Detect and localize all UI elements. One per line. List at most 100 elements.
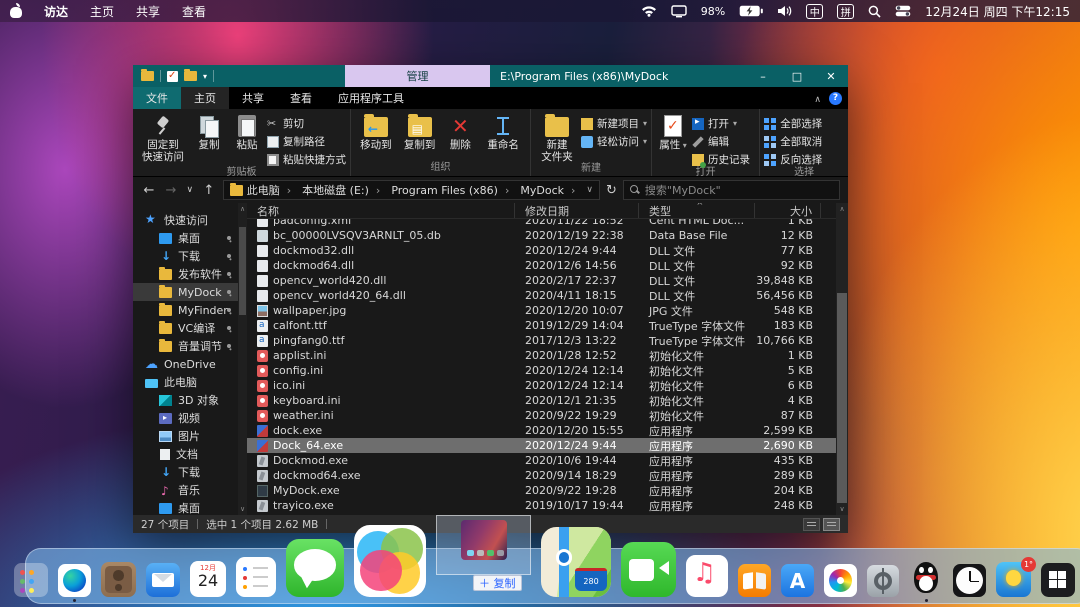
copy-button[interactable]: 复制 bbox=[191, 113, 227, 151]
column-type[interactable]: 类型 bbox=[639, 203, 755, 218]
forward-button[interactable]: → bbox=[163, 183, 179, 198]
copy-to-button[interactable]: ▤ 复制到 bbox=[399, 113, 441, 151]
battery-charging-icon[interactable] bbox=[739, 5, 764, 17]
sidebar-item[interactable]: 此电脑 bbox=[133, 373, 238, 391]
apple-icon[interactable] bbox=[10, 3, 22, 18]
file-row[interactable]: dockmod64.exe 2020/9/14 18:29 应用程序 289 K… bbox=[247, 468, 836, 483]
properties-button[interactable]: 属性 bbox=[656, 113, 690, 151]
file-row[interactable]: opencv_world420_64.dll 2020/4/11 18:15 D… bbox=[247, 288, 836, 303]
menu-share[interactable]: 共享 bbox=[136, 3, 160, 20]
breadcrumb-item[interactable]: MyDock bbox=[520, 184, 582, 197]
menubar-datetime[interactable]: 12月24日 周四 下午12:15 bbox=[925, 3, 1070, 20]
chevron-down-icon[interactable]: ▾ bbox=[203, 72, 207, 81]
sidebar-item[interactable]: 快速访问 bbox=[133, 211, 238, 229]
scroll-down-icon[interactable] bbox=[238, 503, 247, 515]
help-icon[interactable] bbox=[829, 91, 842, 105]
folder-icon[interactable] bbox=[141, 69, 154, 81]
sidebar-item[interactable]: 桌面 bbox=[133, 229, 238, 247]
dock-icon-edge[interactable] bbox=[58, 564, 91, 602]
dock-icon-music[interactable] bbox=[686, 555, 728, 597]
display-icon[interactable] bbox=[671, 4, 687, 18]
collapse-ribbon-icon[interactable] bbox=[814, 92, 821, 105]
control-center-icon[interactable] bbox=[895, 5, 911, 17]
sidebar-item[interactable]: MyDock bbox=[133, 283, 238, 301]
dock-icon-settings[interactable] bbox=[867, 565, 899, 597]
file-row[interactable]: pingfang0.ttf 2017/12/3 13:22 TrueType 字… bbox=[247, 333, 836, 348]
history-button[interactable]: 历史记录 bbox=[692, 152, 750, 168]
scroll-up-icon[interactable] bbox=[836, 203, 848, 215]
dock-icon-clock[interactable] bbox=[953, 564, 986, 597]
new-folder-button[interactable]: 新建 文件夹 bbox=[535, 113, 579, 163]
cut-button[interactable]: 剪切 bbox=[267, 116, 346, 131]
dock-icon-launchpad[interactable] bbox=[14, 563, 48, 597]
titlebar[interactable]: ▾ 管理 E:\Program Files (x86)\MyDock bbox=[133, 65, 848, 87]
sidebar-item[interactable]: 音量调节 bbox=[133, 337, 238, 355]
recent-locations-icon[interactable]: ∨ bbox=[185, 185, 195, 195]
file-row[interactable]: config.ini 2020/12/24 12:14 初始化文件 5 KB bbox=[247, 363, 836, 378]
file-row[interactable]: applist.ini 2020/1/28 12:52 初始化文件 1 KB bbox=[247, 348, 836, 363]
back-button[interactable]: ← bbox=[141, 183, 157, 198]
up-button[interactable]: ↑ bbox=[201, 183, 217, 198]
tab-file[interactable]: 文件 bbox=[133, 87, 181, 109]
scroll-up-icon[interactable] bbox=[238, 203, 247, 215]
paste-shortcut-button[interactable]: 粘贴快捷方式 bbox=[267, 152, 346, 167]
sidebar-item[interactable]: VC编译 bbox=[133, 319, 238, 337]
rename-button[interactable]: 重命名 bbox=[480, 113, 526, 151]
dock-icon-books[interactable] bbox=[738, 564, 771, 597]
file-list-scrollbar[interactable] bbox=[836, 203, 848, 515]
search-input[interactable] bbox=[644, 183, 834, 197]
file-row[interactable]: Dock_64.exe 2020/12/24 9:44 应用程序 2,690 K… bbox=[247, 438, 836, 453]
open-button[interactable]: 打开 bbox=[692, 116, 750, 131]
delete-button[interactable]: 删除 bbox=[443, 113, 479, 151]
file-row[interactable]: wallpaper.jpg 2020/12/20 10:07 JPG 文件 54… bbox=[247, 303, 836, 318]
dock-icon-maps[interactable]: 280 bbox=[541, 527, 611, 597]
drag-ghost[interactable]: ＋ 复制 bbox=[436, 515, 531, 591]
file-row[interactable]: keyboard.ini 2020/12/1 21:35 初始化文件 4 KB bbox=[247, 393, 836, 408]
tab-share[interactable]: 共享 bbox=[229, 87, 277, 109]
dock-icon-calendar[interactable]: 12月 24 bbox=[190, 561, 226, 597]
sidebar-item[interactable]: 文档 bbox=[133, 445, 238, 463]
dock-icon-app-store[interactable] bbox=[781, 564, 814, 597]
sidebar-item[interactable]: MyFinder bbox=[133, 301, 238, 319]
scrollbar-thumb[interactable] bbox=[837, 292, 847, 504]
file-row[interactable]: ico.ini 2020/12/24 12:14 初始化文件 6 KB bbox=[247, 378, 836, 393]
wifi-icon[interactable] bbox=[641, 5, 657, 17]
dock-icon-qq[interactable] bbox=[909, 561, 943, 602]
dock-icon-messages[interactable] bbox=[286, 539, 344, 597]
easy-access-button[interactable]: 轻松访问 bbox=[581, 134, 647, 149]
sidebar-item[interactable]: 下载 bbox=[133, 247, 238, 265]
move-to-button[interactable]: ← 移动到 bbox=[355, 113, 397, 151]
dock-icon-weather[interactable]: 1° bbox=[996, 557, 1036, 597]
input-cn-badge[interactable]: 中 bbox=[806, 3, 824, 19]
file-row[interactable]: dockmod64.dll 2020/12/6 14:56 DLL 文件 92 … bbox=[247, 258, 836, 273]
file-row[interactable]: Dockmod.exe 2020/10/6 19:44 应用程序 435 KB bbox=[247, 453, 836, 468]
column-date-modified[interactable]: 修改日期 bbox=[515, 203, 639, 218]
column-size[interactable]: 大小 bbox=[755, 203, 821, 218]
pin-to-quick-access-button[interactable]: 固定到 快速访问 bbox=[137, 113, 189, 163]
minimize-button[interactable] bbox=[746, 65, 780, 87]
dock-icon-windows-start[interactable] bbox=[1041, 563, 1075, 597]
close-button[interactable] bbox=[814, 65, 848, 87]
select-none-button[interactable]: 全部取消 bbox=[764, 134, 822, 149]
menu-home[interactable]: 主页 bbox=[90, 3, 114, 20]
column-name[interactable]: 名称 bbox=[247, 203, 515, 218]
sidebar-item[interactable]: 下载 bbox=[133, 463, 238, 481]
file-row[interactable]: dockmod32.dll 2020/12/24 9:44 DLL 文件 77 … bbox=[247, 243, 836, 258]
dock-icon-contacts[interactable] bbox=[101, 562, 136, 597]
breadcrumb[interactable]: 此电脑本地磁盘 (E:) Program Files (x86) MyDock ∨ bbox=[222, 180, 600, 200]
scrollbar-thumb[interactable] bbox=[239, 227, 246, 315]
dock-icon-reminders[interactable] bbox=[236, 557, 276, 597]
dock-icon-mail[interactable] bbox=[146, 563, 180, 597]
volume-icon[interactable] bbox=[777, 5, 792, 17]
details-view-button[interactable] bbox=[803, 517, 820, 531]
manage-contextual-tab[interactable]: 管理 bbox=[345, 65, 490, 87]
copy-path-button[interactable]: 复制路径 bbox=[267, 134, 346, 149]
sidebar-item[interactable]: 视频 bbox=[133, 409, 238, 427]
dock-icon-facetime[interactable] bbox=[621, 542, 676, 597]
file-row[interactable]: dock.exe 2020/12/20 15:55 应用程序 2,599 KB bbox=[247, 423, 836, 438]
file-row[interactable]: MyDock.exe 2020/9/22 19:28 应用程序 204 KB bbox=[247, 483, 836, 498]
sidebar-scrollbar[interactable] bbox=[238, 203, 247, 515]
scroll-down-icon[interactable] bbox=[836, 503, 848, 515]
file-row[interactable]: calfont.ttf 2019/12/29 14:04 TrueType 字体… bbox=[247, 318, 836, 333]
maximize-button[interactable] bbox=[780, 65, 814, 87]
